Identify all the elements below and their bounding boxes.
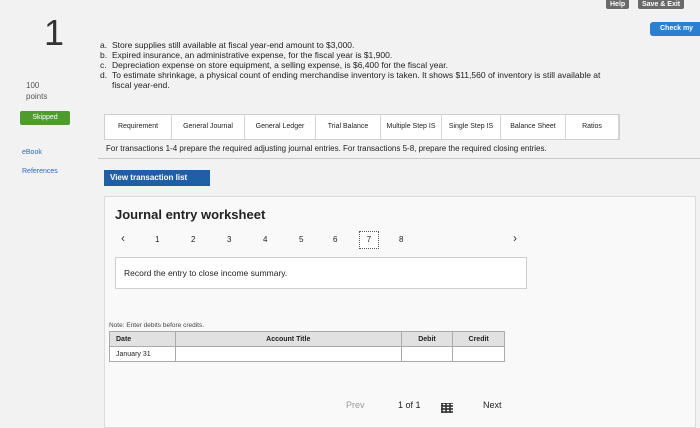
chevron-right-icon[interactable]: › — [513, 231, 517, 245]
instruction-text: For transactions 1-4 prepare the require… — [106, 144, 547, 153]
tab-general-ledger[interactable]: General Ledger — [245, 115, 316, 139]
item-label: c. — [100, 60, 107, 70]
page-2[interactable]: 2 — [191, 235, 195, 244]
points-value: 100 — [26, 81, 40, 90]
points-info: 100 points — [26, 80, 47, 102]
item-text: Store supplies still available at fiscal… — [112, 40, 355, 50]
page-6[interactable]: 6 — [333, 235, 337, 244]
item-text: To estimate shrinkage, a physical count … — [112, 70, 601, 80]
page-1[interactable]: 1 — [155, 235, 159, 244]
save-exit-button[interactable]: Save & Exit — [638, 0, 685, 9]
ebook-link[interactable]: eBook — [22, 149, 42, 156]
references-link[interactable]: References — [22, 168, 58, 175]
journal-worksheet-panel: Journal entry worksheet ‹ 1 2 3 4 5 6 7 … — [104, 196, 696, 428]
question-number: 1 — [44, 12, 65, 53]
question-text: a. Store supplies still available at fisc… — [100, 40, 680, 90]
col-account-title: Account Title — [174, 331, 402, 347]
page-indicator: 1 of 1 — [398, 400, 421, 410]
col-date: Date — [109, 331, 176, 347]
tab-multiple-step-is[interactable]: Multiple Step IS — [381, 115, 442, 139]
table-row: January 31 — [109, 346, 505, 362]
points-label: points — [26, 92, 48, 101]
item-label: b. — [100, 50, 108, 60]
tab-trial-balance[interactable]: Trial Balance — [316, 115, 381, 139]
credit-input[interactable] — [452, 346, 505, 362]
tab-general-journal[interactable]: General Journal — [172, 115, 245, 139]
col-credit: Credit — [452, 331, 505, 347]
tab-ratios[interactable]: Ratios — [566, 115, 619, 139]
view-transaction-list-button[interactable]: View transaction list — [104, 170, 210, 186]
help-link[interactable]: Help — [606, 0, 630, 9]
item-label: d. — [100, 70, 108, 80]
tab-bar: Requirement General Journal General Ledg… — [104, 114, 620, 140]
tab-single-step-is[interactable]: Single Step IS — [442, 115, 501, 139]
page-7-active[interactable]: 7 — [359, 231, 379, 249]
page-8[interactable]: 8 — [399, 235, 403, 244]
task-box: Record the entry to close income summary… — [115, 257, 527, 289]
status-badge: Skipped — [20, 111, 70, 125]
top-bar — [0, 0, 700, 8]
item-text: Depreciation expense on store equipment,… — [112, 60, 448, 70]
worksheet-pager: ‹ 1 2 3 4 5 6 7 8 › — [115, 229, 525, 253]
account-title-input[interactable] — [174, 346, 402, 362]
divider — [98, 158, 700, 159]
item-text: fiscal year-end. — [112, 80, 170, 90]
col-debit: Debit — [400, 331, 454, 347]
worksheet-title: Journal entry worksheet — [115, 207, 266, 222]
debit-input[interactable] — [400, 346, 454, 362]
page-5[interactable]: 5 — [299, 235, 303, 244]
check-my-work-button[interactable]: Check my — [650, 22, 700, 36]
page-3[interactable]: 3 — [227, 235, 231, 244]
chevron-left-icon[interactable]: ‹ — [121, 231, 125, 245]
item-label — [100, 80, 112, 90]
grid-icon[interactable] — [441, 403, 453, 413]
tab-requirement[interactable]: Requirement — [105, 115, 172, 139]
date-cell[interactable]: January 31 — [109, 346, 176, 362]
page-4[interactable]: 4 — [263, 235, 267, 244]
table-header: Date Account Title Debit Credit — [109, 331, 505, 347]
task-text: Record the entry to close income summary… — [124, 268, 288, 278]
note-text: Note: Enter debits before credits. — [109, 322, 205, 329]
next-button[interactable]: Next — [483, 400, 502, 410]
item-text: Expired insurance, an administrative exp… — [112, 50, 393, 60]
tab-balance-sheet[interactable]: Balance Sheet — [501, 115, 566, 139]
item-label: a. — [100, 40, 108, 50]
prev-button[interactable]: Prev — [346, 400, 365, 410]
journal-table: Date Account Title Debit Credit January … — [109, 331, 505, 362]
